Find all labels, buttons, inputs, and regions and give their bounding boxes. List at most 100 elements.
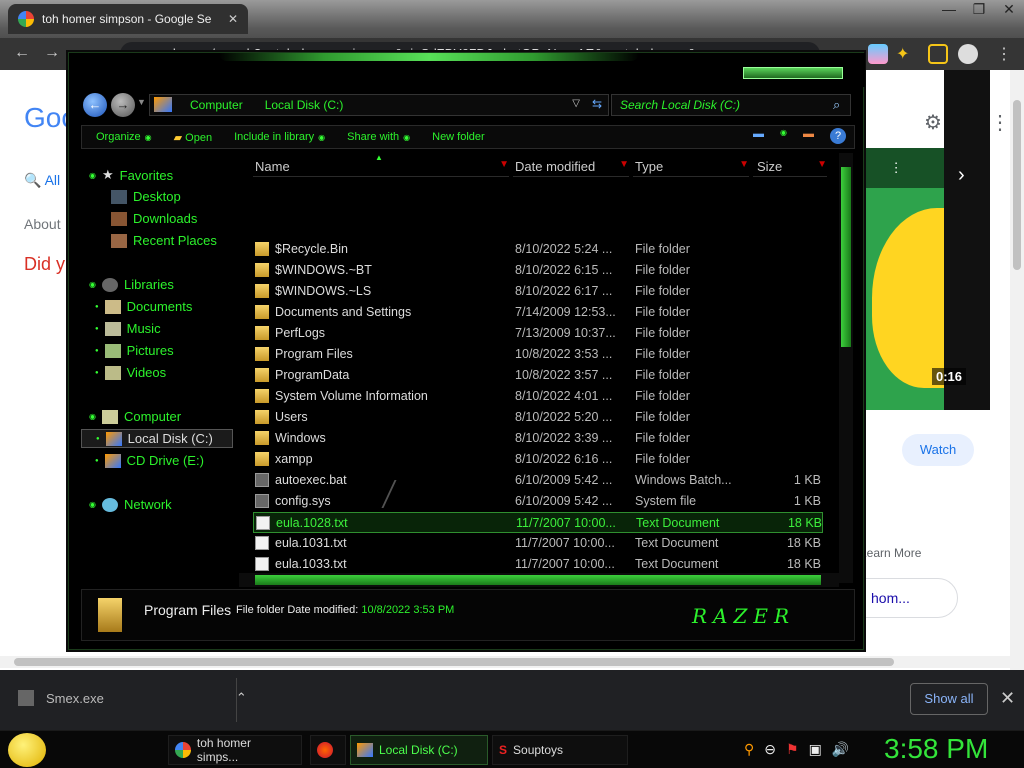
expand-icon[interactable]: ◉ (89, 500, 96, 509)
open-button[interactable]: ▰ Open (174, 131, 212, 144)
file-row[interactable]: config.sys 6/10/2009 5:42 ... System file 1… (253, 491, 823, 512)
column-dropdown-icon[interactable]: ▼ (817, 159, 827, 170)
column-size[interactable]: Size ▼ (753, 159, 827, 177)
nav-cd-drive[interactable]: ● CD Drive (E:) (95, 453, 204, 468)
nav-videos[interactable]: ● Videos (95, 365, 166, 380)
nav-documents[interactable]: ● Documents (95, 299, 192, 314)
search-input[interactable]: Search Local Disk (C:) (611, 94, 851, 116)
taskbar-explorer[interactable]: Local Disk (C:) (350, 735, 488, 765)
breadcrumb[interactable]: Computer Local Disk (C:) ▽ ⇆ (149, 94, 609, 116)
file-list-horizontal-scrollbar[interactable] (239, 573, 839, 587)
file-row[interactable]: System Volume Information 8/10/2022 4:01 … (253, 386, 823, 407)
preview-pane-icon[interactable]: ▬ (803, 128, 814, 144)
search-icon[interactable]: ⌕ (833, 97, 840, 113)
help-icon[interactable]: ? (830, 128, 846, 144)
did-you-mean[interactable]: Did y (24, 254, 65, 275)
taskbar-souptoys[interactable]: S Souptoys (492, 735, 628, 765)
nav-pictures[interactable]: ● Pictures (95, 343, 174, 358)
learn-more-link[interactable]: Learn More (860, 546, 921, 560)
recent-pages-icon[interactable]: ▼ (137, 97, 146, 107)
hscroll-thumb[interactable] (14, 658, 894, 666)
nav-desktop[interactable]: Desktop (111, 189, 181, 204)
explorer-titlebar[interactable] (69, 53, 865, 87)
browser-menu-icon[interactable]: ⋮ (996, 44, 1012, 64)
nav-recent[interactable]: Recent Places (111, 233, 217, 248)
back-arrow-icon[interactable]: ← (14, 44, 30, 62)
vscroll-thumb[interactable] (841, 167, 851, 347)
refresh-icon[interactable]: ⇆ (592, 97, 602, 111)
download-item[interactable]: Smex.exe ⌃ (18, 690, 247, 706)
view-options-icon[interactable]: ▬ (753, 128, 764, 144)
file-row[interactable]: Program Files 10/8/2022 3:53 ... File fold… (253, 344, 823, 365)
carousel-next-panel[interactable]: › (944, 70, 990, 410)
file-row[interactable]: $Recycle.Bin 8/10/2022 5:24 ... File folde… (253, 239, 823, 260)
close-download-bar-icon[interactable]: ✕ (1000, 688, 1015, 709)
minimize-button[interactable]: — (934, 0, 964, 20)
expand-icon[interactable]: ● (95, 458, 99, 464)
expand-icon[interactable]: ● (96, 436, 100, 442)
profile-avatar-icon[interactable] (958, 44, 978, 64)
expand-icon[interactable]: ◉ (89, 280, 96, 289)
expand-icon[interactable]: ◉ (89, 171, 96, 180)
search-tray-icon[interactable]: ⚲ (744, 741, 754, 758)
extension-flag-icon[interactable] (868, 44, 888, 64)
expand-icon[interactable]: ● (95, 370, 99, 376)
file-row[interactable]: eula.1028.txt 11/7/2007 10:00... Text Docu… (253, 512, 823, 533)
column-type[interactable]: Type ▼ (633, 159, 749, 177)
close-window-button[interactable]: ✕ (994, 0, 1024, 20)
network-tray-icon[interactable]: ▣ (809, 741, 822, 758)
nav-downloads[interactable]: Downloads (111, 211, 197, 226)
minus-tray-icon[interactable]: ⊖ (764, 741, 776, 758)
file-row[interactable]: Documents and Settings 7/14/2009 12:53...… (253, 302, 823, 323)
show-all-button[interactable]: Show all (910, 683, 988, 715)
chevron-right-icon[interactable]: › (958, 164, 965, 187)
include-library-button[interactable]: Include in library ◉ (234, 131, 325, 143)
new-folder-button[interactable]: New folder (432, 131, 485, 143)
file-row[interactable]: $WINDOWS.~LS 8/10/2022 6:17 ... File folde… (253, 281, 823, 302)
file-row[interactable]: Windows 8/10/2022 3:39 ... File folder (253, 428, 823, 449)
nav-computer[interactable]: ◉ Computer (89, 409, 181, 424)
column-dropdown-icon[interactable]: ▼ (499, 159, 509, 170)
file-row[interactable]: PerfLogs 7/13/2009 10:37... File folder (253, 323, 823, 344)
file-row[interactable]: Users 8/10/2022 5:20 ... File folder (253, 407, 823, 428)
page-vertical-scrollbar[interactable] (1010, 70, 1024, 670)
file-row[interactable]: $WINDOWS.~BT 8/10/2022 6:15 ... File folde… (253, 260, 823, 281)
breadcrumb-computer[interactable]: Computer (190, 98, 243, 115)
forward-button[interactable]: → (111, 93, 135, 117)
forward-arrow-icon[interactable]: → (44, 44, 60, 62)
nav-network[interactable]: ◉ Network (89, 497, 172, 512)
column-dropdown-icon[interactable]: ▼ (619, 159, 629, 170)
nav-local-disk[interactable]: ● Local Disk (C:) (81, 429, 233, 448)
tab-close-icon[interactable]: ✕ (228, 12, 238, 26)
start-smiley-icon[interactable] (8, 733, 46, 767)
expand-icon[interactable]: ● (95, 348, 99, 354)
page-horizontal-scrollbar[interactable] (0, 656, 1010, 668)
sidepanel-icon[interactable] (928, 44, 948, 64)
organize-button[interactable]: Organize ◉ (96, 131, 152, 143)
window-buttons[interactable] (743, 67, 843, 79)
file-row[interactable]: eula.1031.txt 11/7/2007 10:00... Text Docu… (253, 533, 823, 554)
hsb-thumb[interactable] (255, 575, 821, 585)
watch-button[interactable]: Watch (902, 434, 974, 466)
taskbar-chrome[interactable]: toh homer simps... (168, 735, 302, 765)
chevron-up-icon[interactable]: ⌃ (236, 690, 247, 706)
column-name[interactable]: Name ▼ (253, 159, 509, 177)
file-list-vertical-scrollbar[interactable] (839, 153, 853, 583)
breadcrumb-local-disk[interactable]: Local Disk (C:) (265, 98, 344, 115)
nav-libraries[interactable]: ◉ Libraries (89, 277, 174, 292)
file-row[interactable]: ProgramData 10/8/2022 3:57 ... File folder (253, 365, 823, 386)
breadcrumb-dropdown-icon[interactable]: ▽ (572, 98, 580, 109)
maximize-button[interactable]: ❐ (964, 0, 994, 20)
browser-tab[interactable]: toh homer simpson - Google Se ✕ (8, 4, 248, 34)
taskbar-firefox[interactable] (310, 735, 346, 765)
file-row[interactable]: xampp 8/10/2022 6:16 ... File folder (253, 449, 823, 470)
file-row[interactable]: autoexec.bat 6/10/2009 5:42 ... Windows Ba… (253, 470, 823, 491)
nav-music[interactable]: ● Music (95, 321, 161, 336)
file-row[interactable]: eula.1033.txt 11/7/2007 10:00... Text Docu… (253, 554, 823, 575)
column-date[interactable]: Date modified ▼ (513, 159, 629, 177)
more-vert-icon[interactable]: ⋮ (890, 160, 903, 176)
settings-gear-icon[interactable]: ⚙ (924, 110, 942, 135)
view-dot-icon[interactable]: ◉ (780, 128, 787, 144)
expand-icon[interactable]: ◉ (89, 412, 96, 421)
expand-icon[interactable]: ● (95, 304, 99, 310)
